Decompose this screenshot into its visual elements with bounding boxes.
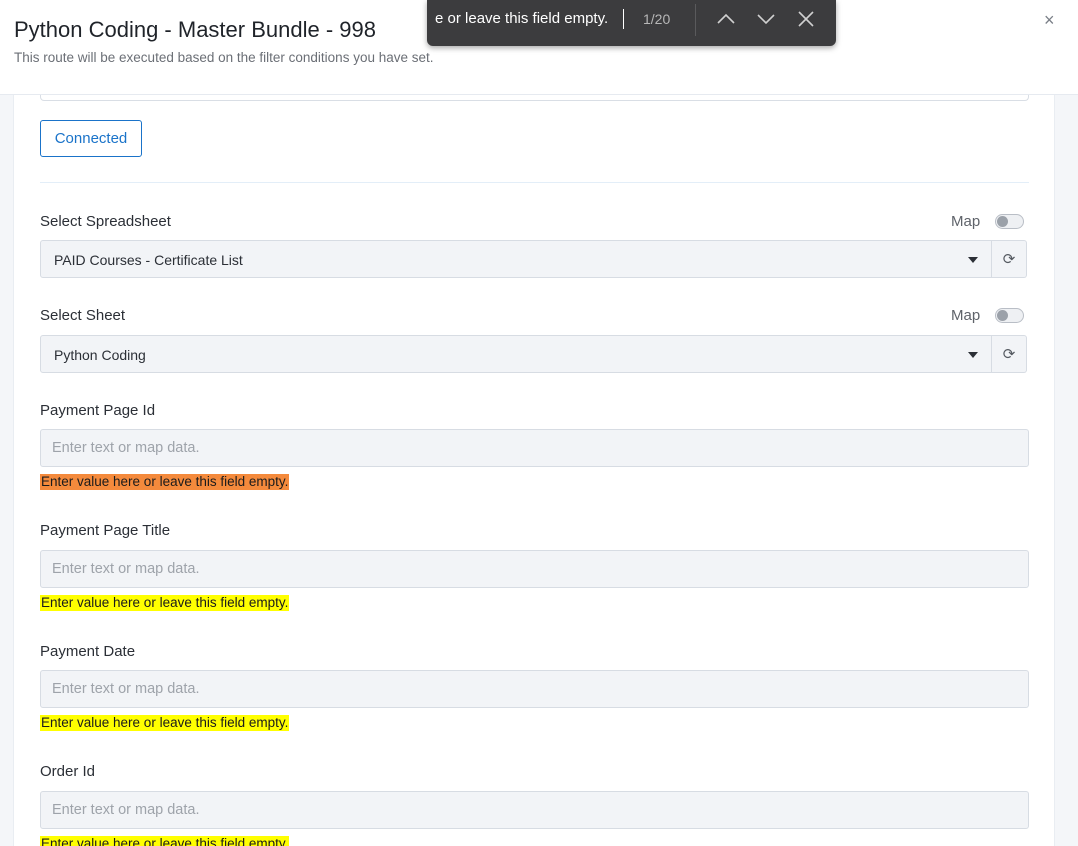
spreadsheet-label: Select Spreadsheet [40, 213, 171, 230]
page-subtitle: This route will be executed based on the… [14, 50, 434, 65]
payment-page-title-input[interactable] [40, 550, 1029, 588]
field-label-order-id: Order Id [40, 763, 96, 780]
order-id-input[interactable] [40, 791, 1029, 829]
spreadsheet-map-toggle[interactable] [995, 214, 1024, 229]
sheet-select[interactable]: Python Coding [40, 335, 992, 373]
form-panel: Connected Select Spreadsheet Map PAID Co… [13, 95, 1055, 846]
field-hint-payment-date: Enter value here or leave this field emp… [40, 715, 290, 731]
field-label-payment-page-id: Payment Page Id [40, 402, 156, 419]
previous-field-edge [40, 95, 1029, 101]
field-hint-order-id: Enter value here or leave this field emp… [40, 836, 290, 846]
spreadsheet-refresh-button[interactable]: ⟳ [992, 240, 1027, 278]
find-bar: e or leave this field empty. 1/20 [427, 0, 836, 46]
spreadsheet-select-value: PAID Courses - Certificate List [54, 252, 243, 268]
toggle-knob [997, 310, 1008, 321]
spreadsheet-map-label: Map [951, 213, 981, 230]
payment-page-id-input[interactable] [40, 429, 1029, 467]
chevron-down-icon[interactable] [754, 7, 778, 31]
caret-down-icon [968, 257, 978, 263]
text-cursor [623, 9, 624, 29]
sheet-map-label: Map [951, 307, 981, 324]
refresh-icon: ⟳ [1002, 251, 1016, 268]
page-title: Python Coding - Master Bundle - 998 [14, 17, 376, 42]
field-hint-payment-page-title: Enter value here or leave this field emp… [40, 595, 290, 611]
sheet-refresh-button[interactable]: ⟳ [992, 335, 1027, 373]
chevron-up-icon[interactable] [714, 7, 738, 31]
refresh-icon: ⟳ [1002, 346, 1016, 363]
find-match-count: 1/20 [643, 11, 671, 27]
spreadsheet-select[interactable]: PAID Courses - Certificate List [40, 240, 992, 278]
toggle-knob [997, 216, 1008, 227]
close-icon[interactable]: × [1044, 10, 1055, 31]
section-divider [40, 182, 1029, 183]
find-input[interactable]: e or leave this field empty. [435, 10, 625, 30]
sheet-label: Select Sheet [40, 307, 126, 324]
field-label-payment-date: Payment Date [40, 643, 136, 660]
sheet-map-toggle[interactable] [995, 308, 1024, 323]
field-label-payment-page-title: Payment Page Title [40, 522, 171, 539]
caret-down-icon [968, 352, 978, 358]
find-divider [695, 4, 696, 36]
field-hint-payment-page-id: Enter value here or leave this field emp… [40, 474, 290, 490]
payment-date-input[interactable] [40, 670, 1029, 708]
sheet-select-value: Python Coding [54, 347, 146, 363]
close-find-icon[interactable] [794, 7, 818, 31]
connected-button[interactable]: Connected [40, 120, 142, 157]
